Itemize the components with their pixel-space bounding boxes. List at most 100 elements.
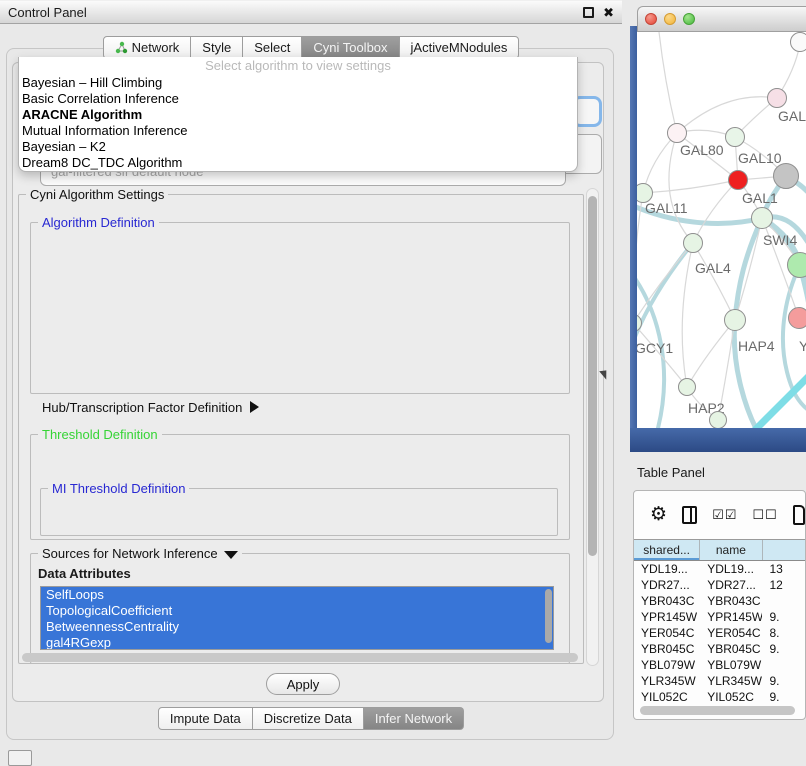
network-node[interactable]: [787, 252, 806, 278]
node-attribute-table[interactable]: shared...nameYDL19...YDL19...13YDR27...Y…: [634, 539, 805, 701]
close-icon[interactable]: ✖: [603, 7, 614, 18]
node-label: GAL10: [738, 150, 782, 166]
network-node-y[interactable]: [788, 307, 806, 329]
table-cell: 9.: [762, 673, 805, 689]
tab-style[interactable]: Style: [191, 36, 243, 59]
settings-horizontal-scrollbar-thumb[interactable]: [22, 653, 578, 662]
network-node-gal1[interactable]: [728, 170, 748, 190]
data-attributes-list[interactable]: SelfLoopsTopologicalCoefficientBetweenne…: [40, 586, 554, 650]
deselect-all-icon[interactable]: ☐☐: [752, 507, 777, 523]
tab-label: Discretize Data: [264, 711, 352, 726]
network-node-gal80[interactable]: [667, 123, 687, 143]
attribute-list-item[interactable]: SelfLoops: [41, 587, 553, 603]
document-icon[interactable]: [793, 505, 805, 525]
node-label: GAL80: [680, 142, 724, 158]
tab-impute-data[interactable]: Impute Data: [158, 707, 253, 730]
table-cell: 13: [762, 561, 805, 577]
table-panel: ⚙ ☑☑ ☐☐ shared...nameYDL19...YDL19...13Y…: [633, 490, 806, 720]
network-node-hap2[interactable]: [678, 378, 696, 396]
close-traffic-light-icon[interactable]: [645, 13, 657, 25]
algorithm-option[interactable]: Bayesian – Hill Climbing: [19, 75, 577, 91]
table-row[interactable]: YER054CYER054C8.: [634, 625, 805, 641]
attribute-list-item[interactable]: TopologicalCoefficient: [41, 603, 553, 619]
column-header[interactable]: name: [700, 540, 762, 560]
network-node[interactable]: [773, 163, 799, 189]
sources-legend-label: Sources for Network Inference: [42, 546, 218, 561]
table-cell: YBL079W: [700, 657, 762, 673]
gear-icon[interactable]: ⚙: [650, 505, 667, 525]
algorithm-definition-legend: Algorithm Definition: [38, 215, 159, 230]
table-row[interactable]: YDR27...YDR27...12: [634, 577, 805, 593]
table-row[interactable]: YBR043CYBR043C: [634, 593, 805, 609]
column-header[interactable]: [763, 540, 806, 560]
split-columns-icon[interactable]: [682, 506, 697, 524]
node-label: HAP4: [738, 338, 775, 354]
algorithm-definition-group: [30, 222, 570, 394]
tab-label: Select: [254, 40, 290, 55]
tab-infer-network[interactable]: Infer Network: [364, 707, 464, 730]
table-cell: [762, 593, 805, 609]
table-toolbar: ⚙ ☑☑ ☐☐: [634, 499, 805, 531]
node-label: GAL: [778, 108, 806, 124]
table-row[interactable]: YLR345WYLR345W9.: [634, 673, 805, 689]
tab-discretize-data[interactable]: Discretize Data: [253, 707, 364, 730]
algorithm-option[interactable]: Dream8 DC_TDC Algorithm: [19, 155, 577, 171]
threshold-definition-legend: Threshold Definition: [38, 427, 162, 442]
table-row[interactable]: YDL19...YDL19...13: [634, 561, 805, 577]
settings-vertical-scrollbar-thumb[interactable]: [588, 196, 597, 556]
tab-label: Cyni Toolbox: [313, 40, 387, 55]
attribute-list-item[interactable]: gal4RGexp: [41, 635, 553, 650]
apply-button[interactable]: Apply: [266, 673, 340, 695]
network-window-titlebar: [637, 6, 806, 32]
bottom-tab-bar: Impute Data Discretize Data Infer Network: [0, 707, 622, 730]
network-canvas[interactable]: GALGAL80GAL10GAL1GAL11SWI4GAL4GCY1HAP4YH…: [637, 32, 806, 428]
table-cell: 8.: [762, 625, 805, 641]
sources-legend[interactable]: Sources for Network Inference: [38, 546, 242, 561]
algorithm-option[interactable]: Bayesian – K2: [19, 139, 577, 155]
hub-definition-toggle[interactable]: Hub/Transcription Factor Definition: [42, 400, 259, 415]
select-all-icon[interactable]: ☑☑: [712, 507, 737, 523]
table-cell: YDR27...: [700, 577, 762, 593]
table-header-row: shared...name: [634, 539, 805, 561]
tab-label: Network: [132, 40, 180, 55]
table-row[interactable]: YPR145WYPR145W9.: [634, 609, 805, 625]
table-row[interactable]: YIL052CYIL052C9.: [634, 689, 805, 701]
table-cell: YLR345W: [700, 673, 762, 689]
algorithm-option[interactable]: ARACNE Algorithm: [19, 107, 577, 123]
algorithm-option[interactable]: Basic Correlation Inference: [19, 91, 577, 107]
table-row[interactable]: YBR045CYBR045C9.: [634, 641, 805, 657]
attribute-list-item[interactable]: BetweennessCentrality: [41, 619, 553, 635]
tab-select[interactable]: Select: [243, 36, 302, 59]
network-node-gal10[interactable]: [725, 127, 745, 147]
network-node-gal4[interactable]: [683, 233, 703, 253]
network-node-gal[interactable]: [767, 88, 787, 108]
network-node[interactable]: [709, 411, 727, 428]
column-header[interactable]: shared...: [634, 540, 700, 560]
control-panel-tab-bar: Network Style Select Cyni Toolbox jActiveMNo…: [0, 36, 622, 59]
node-label: GAL4: [695, 260, 731, 276]
table-cell: YBR045C: [634, 641, 700, 657]
table-cell: YIL052C: [700, 689, 762, 701]
tab-label: Infer Network: [375, 711, 452, 726]
data-attributes-label: Data Attributes: [38, 566, 131, 581]
table-horizontal-scrollbar-thumb[interactable]: [640, 706, 795, 715]
float-icon[interactable]: [583, 7, 594, 18]
tab-jactivemnodules[interactable]: jActiveMNodules: [400, 36, 520, 59]
table-cell: 9.: [762, 609, 805, 625]
node-label: GAL11: [645, 200, 688, 216]
network-node-hap4[interactable]: [724, 309, 746, 331]
algorithm-option[interactable]: Mutual Information Inference: [19, 123, 577, 139]
network-window-frame: [630, 26, 637, 452]
table-cell: YDR27...: [634, 577, 700, 593]
attributes-list-scrollbar-thumb[interactable]: [545, 589, 552, 643]
tab-label: Impute Data: [170, 711, 241, 726]
tab-cyni-toolbox[interactable]: Cyni Toolbox: [302, 36, 399, 59]
network-node[interactable]: [790, 32, 806, 52]
minimize-traffic-light-icon[interactable]: [664, 13, 676, 25]
tab-network[interactable]: Network: [103, 36, 192, 59]
network-window-frame: [630, 428, 806, 452]
collapse-down-icon: [224, 551, 238, 559]
network-node-swi4[interactable]: [751, 207, 773, 229]
zoom-traffic-light-icon[interactable]: [683, 13, 695, 25]
table-row[interactable]: YBL079WYBL079W: [634, 657, 805, 673]
